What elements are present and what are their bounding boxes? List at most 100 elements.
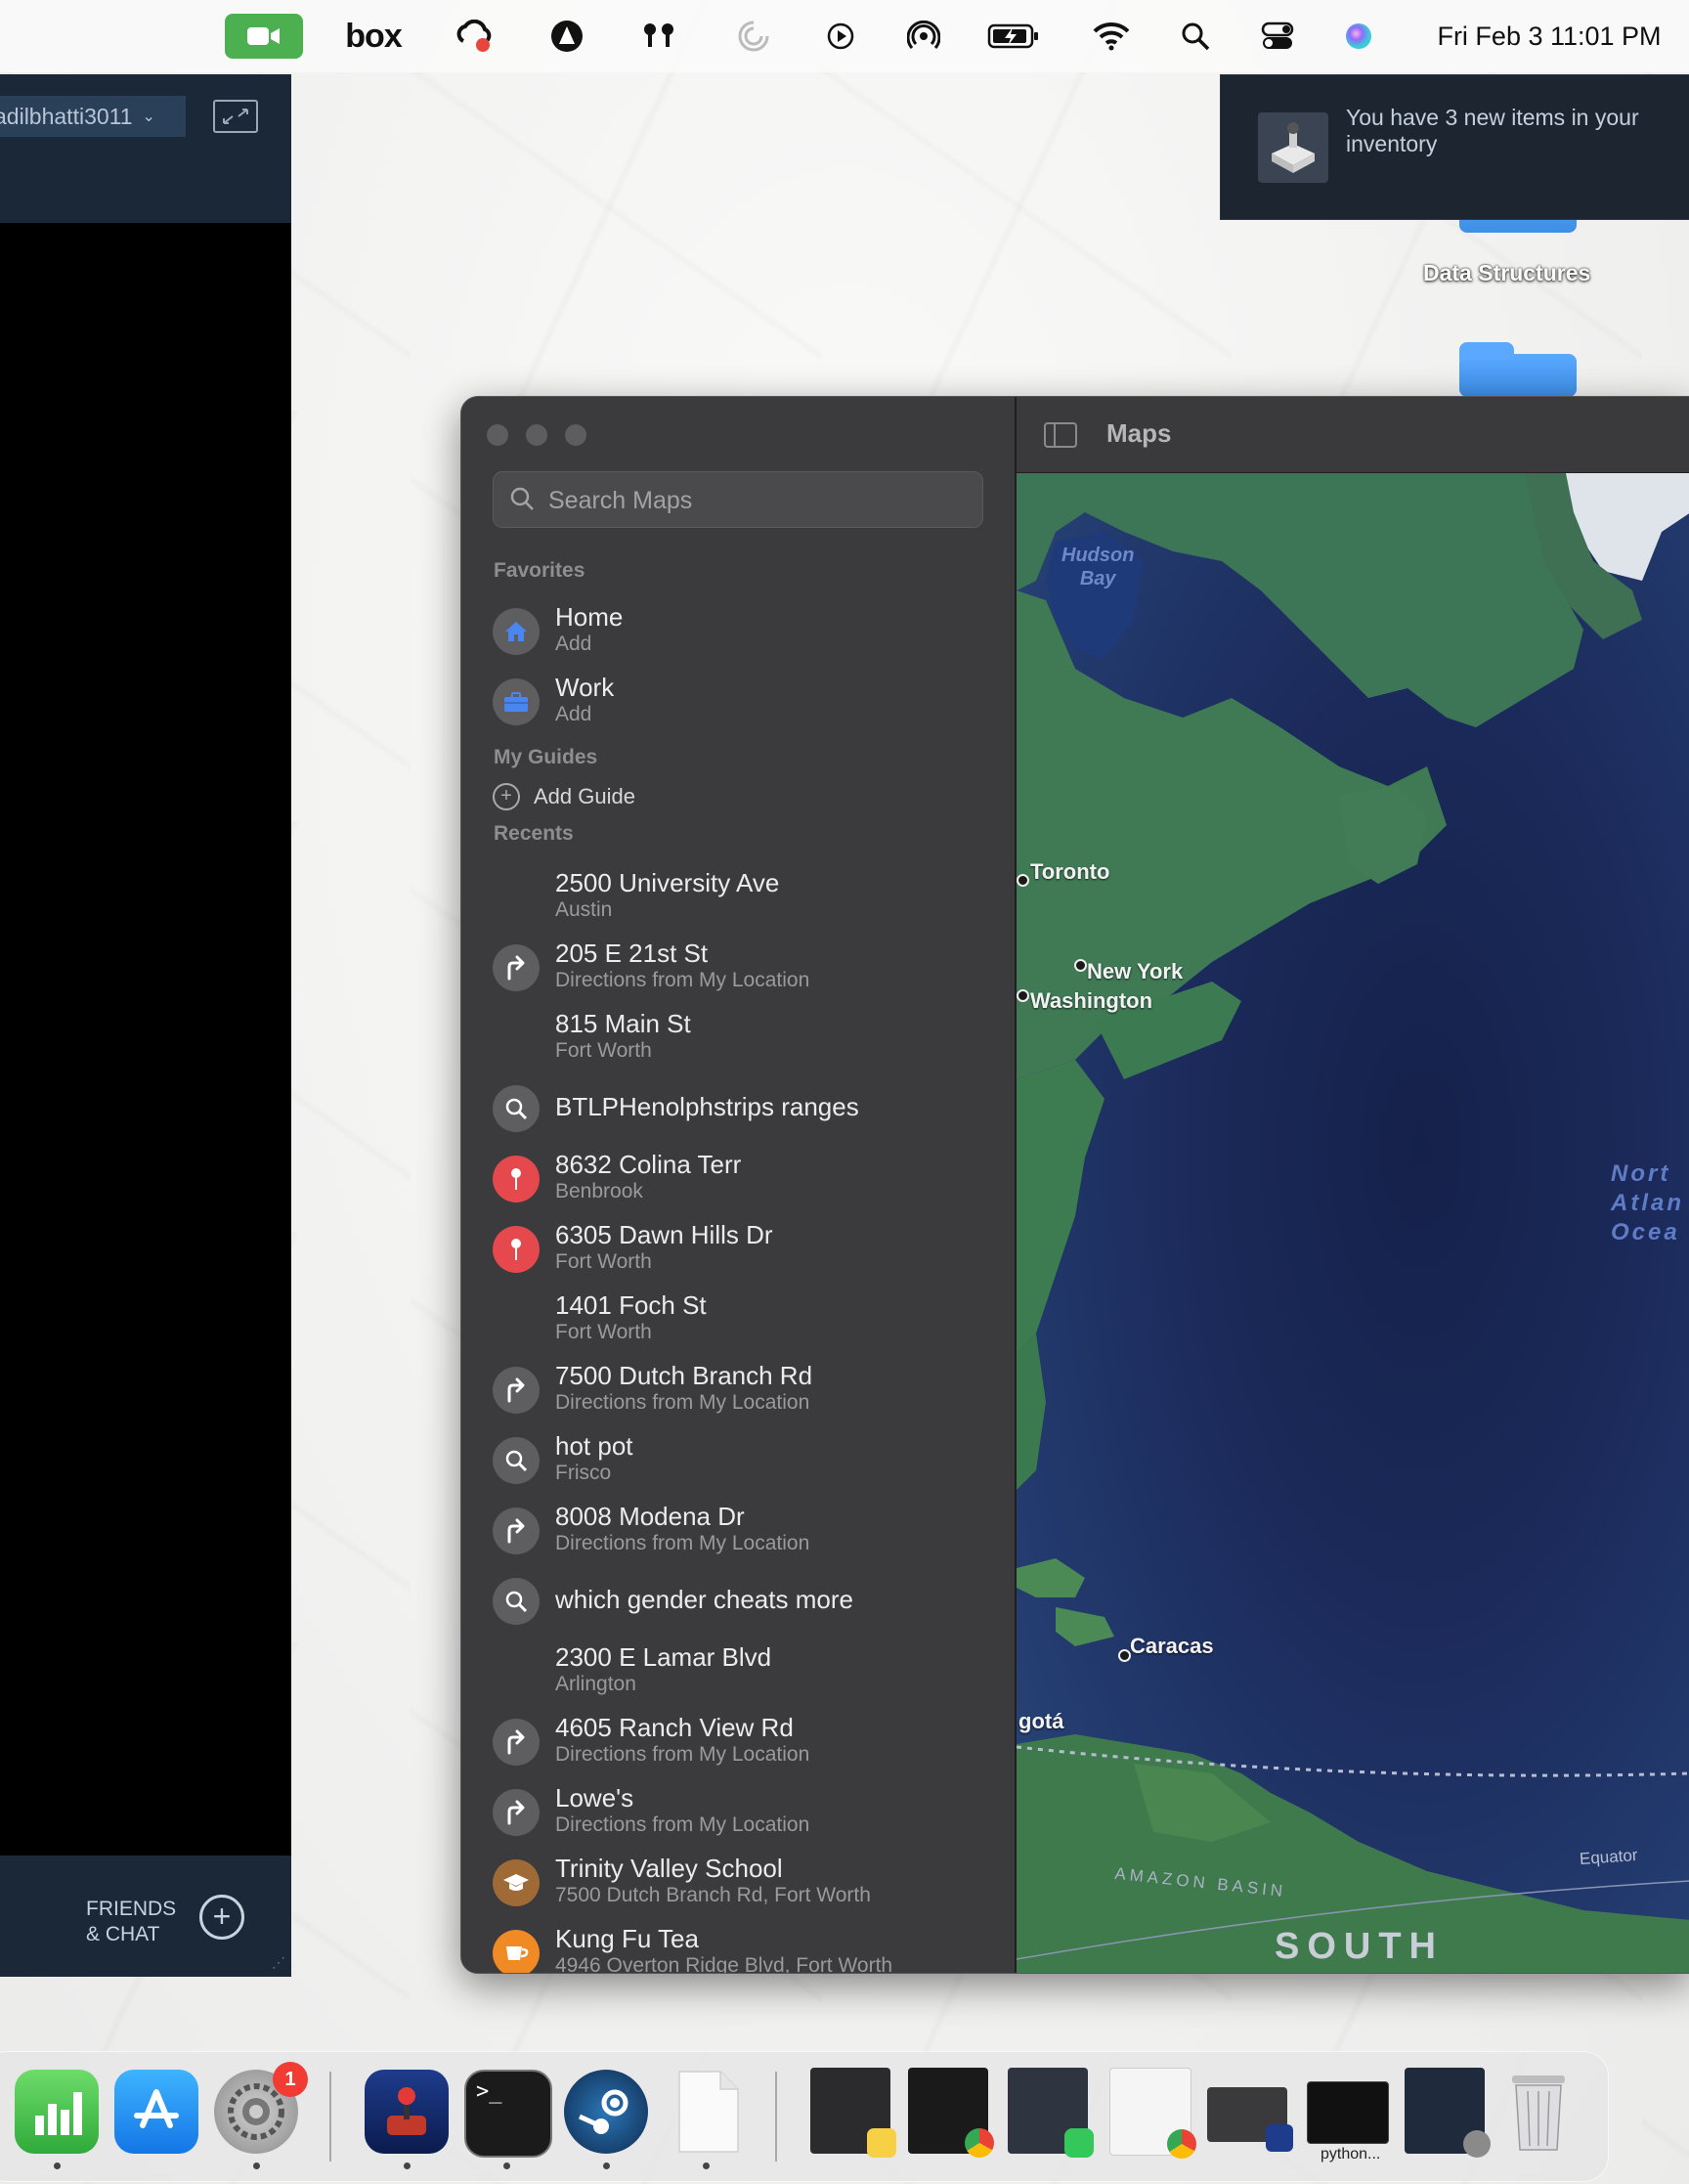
recent-item[interactable]: 8008 Modena Dr Directions from My Locatio… [461, 1494, 1015, 1564]
running-indicator [404, 2162, 411, 2169]
map-view[interactable]: Hudson Bay Toronto New York Washington N… [1017, 473, 1689, 1973]
folder-label-data-structures[interactable]: Data Structures [1423, 260, 1590, 286]
recent-item[interactable]: 7500 Dutch Branch Rd Directions from My L… [461, 1353, 1015, 1423]
running-indicator [253, 2162, 260, 2169]
directions-arrow-icon [493, 1507, 540, 1554]
map-label-hudson-bay: Hudson Bay [1061, 545, 1135, 590]
zoom-window-button[interactable] [565, 424, 586, 446]
recent-item[interactable]: 1401 Foch St Fort Worth [461, 1283, 1015, 1353]
notification-badge: 1 [273, 2062, 308, 2097]
python-window-thumb[interactable] [1307, 2081, 1389, 2144]
chrome-icon [965, 2128, 994, 2158]
map-label-bogota[interactable]: gotá [1018, 1709, 1063, 1734]
steam-icon[interactable] [564, 2070, 648, 2154]
map-label-new-york[interactable]: New York [1087, 959, 1183, 984]
directions-arrow-icon [493, 1367, 540, 1414]
map-label-washington[interactable]: Washington [1030, 988, 1152, 1014]
running-indicator [603, 2162, 610, 2169]
folder-icon[interactable] [1459, 342, 1577, 397]
window-thumb-4[interactable] [1109, 2068, 1196, 2159]
box-icon[interactable]: box [345, 0, 402, 72]
terminal-icon[interactable]: >_ [464, 2070, 552, 2158]
wifi-icon[interactable] [1093, 0, 1130, 72]
city-dot-icon [1017, 989, 1029, 1002]
list-item-subtitle: 7500 Dutch Branch Rd, Fort Worth [555, 1884, 871, 1906]
list-item-title: Work [555, 673, 615, 702]
maps-window: Favorites Home Add Work Add My Guides + … [460, 396, 1689, 1974]
recent-item[interactable]: 2300 E Lamar Blvd Arlington [461, 1635, 1015, 1705]
sidebar-toggle-icon[interactable] [1044, 422, 1077, 448]
window-thumb-7[interactable] [1405, 2068, 1491, 2158]
list-item-title: 205 E 21st St [555, 939, 709, 968]
steam-username: adilbhatti3011 [0, 103, 133, 129]
recent-item[interactable]: which gender cheats more [461, 1564, 1015, 1635]
list-item-title: hot pot [555, 1431, 633, 1461]
vpn-icon[interactable] [549, 0, 585, 72]
search-input[interactable] [546, 472, 971, 529]
creative-cloud-icon[interactable] [455, 0, 495, 72]
zoom-video-icon[interactable] [225, 0, 303, 72]
play-icon[interactable] [826, 0, 855, 72]
recents-header: Recents [494, 822, 574, 845]
list-item-title: 8008 Modena Dr [555, 1502, 745, 1531]
window-thumb-3[interactable] [1008, 2068, 1094, 2158]
recent-item[interactable]: 815 Main St Fort Worth [461, 1001, 1015, 1071]
window-thumb-1[interactable] [810, 2068, 896, 2158]
list-item-subtitle: Fort Worth [555, 1250, 652, 1273]
window-thumb-5[interactable] [1207, 2087, 1293, 2152]
map-label-toronto[interactable]: Toronto [1030, 859, 1109, 885]
recent-item[interactable]: Trinity Valley School 7500 Dutch Branch R… [461, 1846, 1015, 1916]
numbers-icon[interactable] [15, 2070, 99, 2154]
minimize-window-button[interactable] [526, 424, 547, 446]
directions-arrow-icon [493, 1719, 540, 1766]
expand-icon[interactable] [213, 100, 258, 133]
recent-item[interactable]: 6305 Dawn Hills Dr Fort Worth [461, 1212, 1015, 1283]
control-center-icon[interactable] [1261, 0, 1294, 72]
spotlight-search-icon[interactable] [1181, 0, 1210, 72]
window-thumb-2[interactable] [908, 2068, 994, 2158]
recent-item[interactable]: BTLPHenolphstrips ranges [461, 1071, 1015, 1142]
friends-chat-button[interactable]: FRIENDS & CHAT [86, 1897, 176, 1947]
siri-icon[interactable] [1343, 0, 1374, 72]
list-item-subtitle: Add [555, 703, 592, 725]
airpods-icon[interactable] [641, 0, 676, 72]
system-settings-icon [1463, 2130, 1491, 2158]
close-window-button[interactable] [487, 424, 508, 446]
add-guide-button[interactable]: + Add Guide [493, 783, 635, 810]
search-icon [493, 1085, 540, 1132]
map-label-caracas[interactable]: Caracas [1130, 1634, 1214, 1659]
recent-item[interactable]: 205 E 21st St Directions from My Location [461, 931, 1015, 1001]
favorite-work[interactable]: Work Add [461, 665, 1015, 735]
add-friend-icon[interactable]: + [199, 1895, 244, 1940]
maps-sidebar: Favorites Home Add Work Add My Guides + … [461, 397, 1015, 1973]
inventory-item-icon [1258, 112, 1328, 183]
running-indicator [503, 2162, 510, 2169]
favorite-home[interactable]: Home Add [461, 594, 1015, 665]
list-item-subtitle: Directions from My Location [555, 1532, 810, 1554]
recent-item[interactable]: Lowe's Directions from My Location [461, 1775, 1015, 1846]
recent-item[interactable]: 2500 University Ave Austin [461, 860, 1015, 931]
joystick-app-icon[interactable] [365, 2070, 449, 2154]
recent-item[interactable]: hot pot Frisco [461, 1423, 1015, 1494]
battery-icon[interactable] [987, 0, 1040, 72]
blank-document-icon[interactable] [666, 2070, 750, 2154]
loading-icon[interactable] [737, 0, 770, 72]
recent-item[interactable]: 4605 Ranch View Rd Directions from My Loc… [461, 1705, 1015, 1775]
resize-grip-icon[interactable]: ⋰ [272, 1954, 285, 1971]
python-window-label: python... [1321, 2146, 1381, 2162]
list-item-title: 2500 University Ave [555, 868, 780, 897]
inventory-notification[interactable]: You have 3 new items in your inventory [1220, 74, 1689, 220]
map-label-south: SOUTH [1275, 1926, 1444, 1967]
search-icon [493, 1578, 540, 1625]
menu-bar-clock[interactable]: Fri Feb 3 11:01 PM [1423, 0, 1675, 72]
list-item-title: Trinity Valley School [555, 1854, 783, 1883]
recent-item[interactable]: 8632 Colina Terr Benbrook [461, 1142, 1015, 1212]
airdrop-icon[interactable] [907, 0, 940, 72]
system-settings-icon[interactable]: 1 [214, 2062, 308, 2154]
trash-icon[interactable] [1496, 2070, 1581, 2154]
steam-account-menu[interactable]: adilbhatti3011 ⌄ [0, 96, 186, 137]
recent-item[interactable]: Kung Fu Tea 4946 Overton Ridge Blvd, Fort… [461, 1916, 1015, 1973]
app-store-icon[interactable] [114, 2070, 198, 2154]
steam-friends-bar: FRIENDS & CHAT + ⋰ [0, 1856, 291, 1977]
search-icon [493, 1437, 540, 1484]
